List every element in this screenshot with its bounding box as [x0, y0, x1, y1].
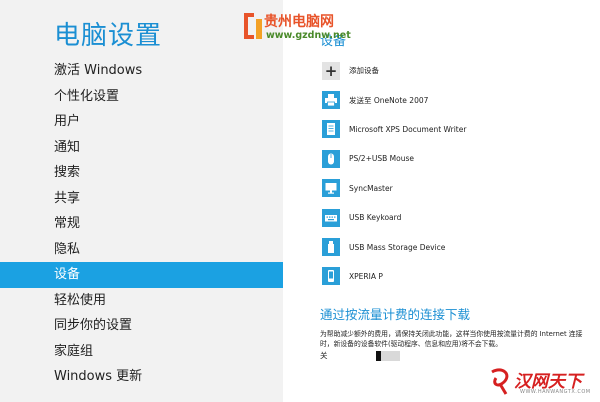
device-item-xps-writer[interactable]: Microsoft XPS Document Writer — [322, 115, 582, 144]
nav-item-windows-update[interactable]: Windows 更新 — [0, 364, 283, 390]
usb-drive-icon — [322, 238, 340, 257]
device-item-onenote[interactable]: 发送至 OneNote 2007 — [322, 85, 582, 114]
watermark-site-name: 贵州电脑网 — [264, 14, 334, 30]
printer-icon — [322, 91, 340, 110]
watermark-logo-top: 贵州电脑网 www.gzdnw.net — [240, 9, 365, 47]
watermark-logo-icon — [244, 13, 262, 39]
document-icon — [322, 120, 340, 139]
metered-download-title: 通过按流量计费的连接下载 — [320, 307, 471, 322]
device-item-mouse[interactable]: PS/2+USB Mouse — [322, 144, 582, 173]
nav-item-privacy[interactable]: 隐私 — [0, 237, 283, 263]
plus-icon: + — [322, 61, 340, 80]
nav-item-search[interactable]: 搜索 — [0, 160, 283, 186]
device-item-syncmaster[interactable]: SyncMaster — [322, 174, 582, 203]
page-title: 电脑设置 — [54, 21, 163, 51]
mouse-icon — [322, 149, 340, 168]
add-device-button[interactable]: + 添加设备 — [322, 56, 582, 85]
watermark-swirl-icon — [491, 368, 509, 395]
device-label: SyncMaster — [349, 183, 393, 193]
metered-download-toggle-row: 关 — [320, 350, 400, 361]
watermark-brand-url: WWW.HANWANGTX.COM — [520, 389, 591, 395]
device-item-keyboard[interactable]: USB Keykoard — [322, 203, 582, 232]
metered-download-toggle[interactable] — [376, 350, 400, 361]
device-item-usb-storage[interactable]: USB Mass Storage Device — [322, 232, 582, 261]
toggle-knob[interactable] — [376, 350, 381, 361]
nav-item-ease-of-access[interactable]: 轻松使用 — [0, 288, 283, 314]
settings-nav-pane: 电脑设置 激活 Windows 个性化设置 用户 通知 搜索 共享 常规 隐私 … — [0, 0, 283, 402]
nav-item-sync-settings[interactable]: 同步你的设置 — [0, 313, 283, 339]
nav-item-homegroup[interactable]: 家庭组 — [0, 339, 283, 365]
keyboard-icon — [322, 208, 340, 227]
device-label: 添加设备 — [349, 66, 379, 76]
device-label: XPERIA P — [349, 271, 383, 281]
nav-item-devices[interactable]: 设备 — [0, 262, 283, 288]
device-label: 发送至 OneNote 2007 — [349, 95, 429, 105]
monitor-icon — [322, 179, 340, 198]
device-item-xperia[interactable]: XPERIA P — [322, 262, 582, 291]
nav-item-share[interactable]: 共享 — [0, 186, 283, 212]
device-label: USB Mass Storage Device — [349, 242, 446, 252]
watermark-logo-bottom: 汉网天下 WWW.HANWANGTX.COM — [488, 364, 598, 400]
device-label: PS/2+USB Mouse — [349, 154, 414, 164]
nav-item-notifications[interactable]: 通知 — [0, 135, 283, 161]
settings-nav: 激活 Windows 个性化设置 用户 通知 搜索 共享 常规 隐私 设备 轻松… — [0, 58, 283, 390]
watermark-site-url: www.gzdnw.net — [266, 30, 351, 41]
device-label: Microsoft XPS Document Writer — [349, 124, 467, 134]
nav-item-personalize[interactable]: 个性化设置 — [0, 84, 283, 110]
phone-icon — [322, 267, 340, 286]
nav-item-users[interactable]: 用户 — [0, 109, 283, 135]
nav-item-activate-windows[interactable]: 激活 Windows — [0, 58, 283, 84]
device-list: + 添加设备 发送至 OneNote 2007 Microsoft XPS Do… — [322, 56, 582, 291]
toggle-state-label: 关 — [320, 351, 328, 360]
device-label: USB Keykoard — [349, 213, 402, 223]
metered-download-description: 为帮助减少额外的费用，请保持关闭此功能，这样当你使用按流量计费的 Interne… — [320, 330, 583, 348]
nav-item-general[interactable]: 常规 — [0, 211, 283, 237]
